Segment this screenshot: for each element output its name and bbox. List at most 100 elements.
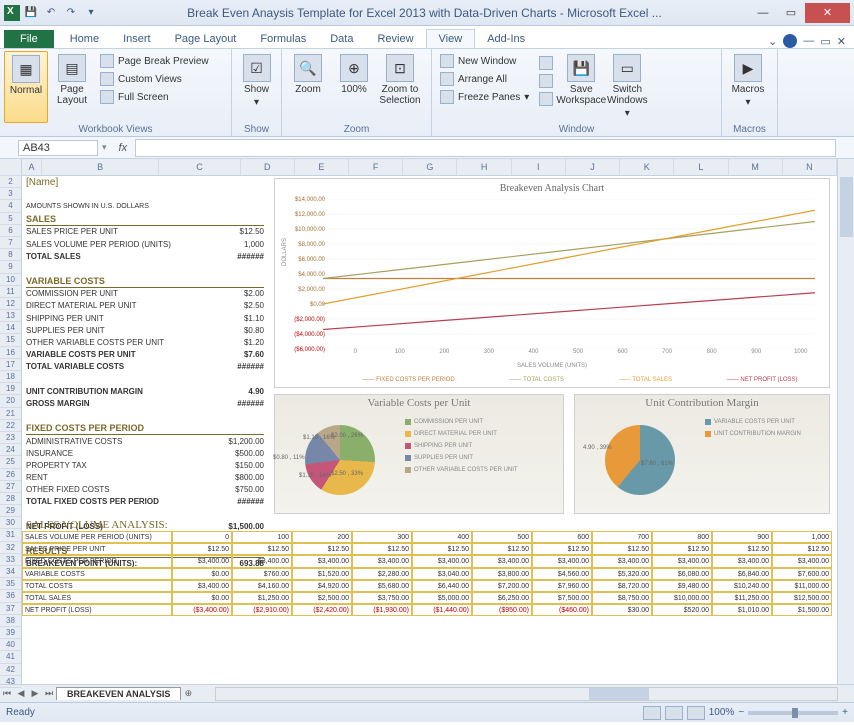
chart-legend: FIXED COSTS PER PERIODTOTAL COSTSTOTAL S… [335, 377, 825, 383]
zoom-slider[interactable] [748, 711, 838, 715]
tab-formulas[interactable]: Formulas [248, 30, 318, 48]
sales-header: SALES [26, 214, 264, 226]
y-axis-label: DOLLARS [282, 238, 288, 266]
page-layout-view-icon[interactable] [665, 706, 683, 720]
tab-page-layout[interactable]: Page Layout [163, 30, 249, 48]
zoom-in-button[interactable]: + [842, 707, 848, 718]
freeze-panes-button[interactable]: Freeze Panes ▾ [436, 89, 533, 105]
custom-views-button[interactable]: Custom Views [96, 71, 213, 87]
table-row: VARIABLE COSTS$0.00$760.00$1,520.00$2,28… [22, 568, 834, 580]
group-zoom: Zoom [282, 124, 431, 135]
doc-restore-icon[interactable]: ▭ [820, 35, 830, 48]
help-icon[interactable]: ? [783, 34, 797, 48]
tab-insert[interactable]: Insert [111, 30, 163, 48]
fixed-costs-header: FIXED COSTS PER PERIOD [26, 423, 264, 435]
doc-minimize-icon[interactable]: — [803, 35, 814, 47]
status-bar: Ready 100% − + [0, 702, 854, 722]
excel-icon[interactable] [4, 5, 20, 21]
table-row: NET PROFIT (LOSS)($3,400.00)($2,910.00)(… [22, 604, 834, 616]
page-break-preview-button[interactable]: Page Break Preview [96, 53, 213, 69]
normal-view-icon[interactable] [643, 706, 661, 720]
hide-button[interactable] [535, 73, 557, 89]
doc-close-icon[interactable]: ✕ [837, 35, 846, 48]
save-workspace-button[interactable]: 💾Save Workspace [559, 51, 603, 123]
window-title: Break Even Anaysis Template for Excel 20… [100, 6, 749, 20]
worksheet-grid[interactable]: 2345678910111213141516171819202122232425… [0, 159, 854, 684]
undo-button[interactable]: ↶ [42, 4, 60, 22]
maximize-button[interactable]: ▭ [777, 3, 805, 23]
table-row: TOTAL COSTS$3,400.00$4,160.00$4,920.00$5… [22, 580, 834, 592]
zoom-selection-button[interactable]: ⊡Zoom to Selection [378, 51, 422, 123]
tab-nav-first[interactable]: ⏮ [0, 688, 14, 699]
group-show: Show [232, 124, 281, 135]
redo-button[interactable]: ↷ [62, 4, 80, 22]
sales-volume-analysis: SALES VOLUME ANALYSIS: SALES VOLUME PER … [22, 519, 834, 616]
horizontal-scrollbar[interactable] [215, 687, 838, 701]
tab-nav-next[interactable]: ▶ [28, 688, 42, 699]
vertical-scrollbar[interactable] [837, 159, 854, 684]
table-row: SALES VOLUME PER PERIOD (UNITS)010020030… [22, 531, 834, 543]
page-break-view-icon[interactable] [687, 706, 705, 720]
normal-view-button[interactable]: ▦Normal [4, 51, 48, 123]
full-screen-button[interactable]: Full Screen [96, 89, 213, 105]
qat-customize[interactable]: ▾ [82, 4, 100, 22]
column-headers[interactable]: ABCDEFGHIJKLMN [22, 159, 837, 176]
new-window-button[interactable]: New Window [436, 53, 533, 69]
variable-costs-pie[interactable]: Variable Costs per Unit $2.00 , 26% $2.5… [274, 394, 564, 514]
x-axis-label: SALES VOLUME (UNITS) [275, 363, 829, 369]
arrange-all-button[interactable]: Arrange All [436, 71, 533, 87]
zoom-button[interactable]: 🔍Zoom [286, 51, 330, 123]
row-headers[interactable]: 2345678910111213141516171819202122232425… [0, 159, 22, 684]
status-ready: Ready [6, 707, 35, 718]
zoom-100-button[interactable]: ⊕100% [332, 51, 376, 123]
ribbon-tabs: File Home Insert Page Layout Formulas Da… [0, 26, 854, 49]
table-row: TOTAL SALES$0.00$1,250.00$2,500.00$3,750… [22, 592, 834, 604]
contribution-margin-pie[interactable]: Unit Contribution Margin $7.60 , 61% 4.9… [574, 394, 830, 514]
page-layout-button[interactable]: ▤Page Layout [50, 51, 94, 123]
show-button[interactable]: ☑Show▾ [236, 51, 277, 123]
group-macros: Macros [722, 124, 777, 135]
tab-nav-prev[interactable]: ◀ [14, 688, 28, 699]
minimize-button[interactable]: — [749, 3, 777, 23]
ribbon: ▦Normal ▤Page Layout Page Break Preview … [0, 49, 854, 137]
zoom-out-button[interactable]: − [738, 707, 744, 718]
sva-title: SALES VOLUME ANALYSIS: [22, 519, 834, 531]
new-sheet-button[interactable]: ⊕ [181, 688, 195, 699]
variable-costs-header: VARIABLE COSTS [26, 276, 264, 288]
switch-windows-button[interactable]: ▭Switch Windows▾ [605, 51, 649, 123]
amounts-note: AMOUNTS SHOWN IN U.S. DOLLARS [26, 200, 264, 212]
save-button[interactable]: 💾 [22, 4, 40, 22]
tab-nav-last[interactable]: ⏭ [42, 688, 56, 699]
split-button[interactable] [535, 55, 557, 71]
quick-access-toolbar: 💾 ↶ ↷ ▾ [4, 4, 100, 22]
sheet-data-left: [Name] AMOUNTS SHOWN IN U.S. DOLLARS SAL… [26, 176, 264, 570]
formula-input[interactable] [135, 139, 836, 157]
sheet-tabs-bar: ⏮ ◀ ▶ ⏭ BREAKEVEN ANALYSIS ⊕ [0, 684, 854, 702]
sheet-tab-breakeven[interactable]: BREAKEVEN ANALYSIS [56, 687, 181, 700]
chart-title: Breakeven Analysis Chart [275, 179, 829, 198]
close-button[interactable]: ✕ [805, 3, 850, 23]
name-box[interactable]: AB43 [18, 140, 98, 156]
name-cell: [Name] [26, 176, 264, 188]
fx-icon[interactable]: fx [111, 142, 136, 154]
group-window: Window [432, 124, 721, 135]
pie2-legend: VARIABLE COSTS PER UNITUNIT CONTRIBUTION… [705, 419, 801, 443]
tab-review[interactable]: Review [365, 30, 425, 48]
unhide-button[interactable] [535, 91, 557, 107]
table-row: SALES PRICE PER UNIT$12.50$12.50$12.50$1… [22, 543, 834, 555]
window-controls: — ▭ ✕ [749, 3, 850, 23]
y-axis-ticks: $14,000.00$12,000.00$10,000.00$8,000.00$… [275, 197, 325, 362]
tab-file[interactable]: File [4, 30, 54, 48]
table-row: FIXED COSTS PER PERIOD$3,400.00$3,400.00… [22, 555, 834, 567]
zoom-level[interactable]: 100% [709, 707, 735, 718]
tab-view[interactable]: View [426, 29, 476, 48]
group-workbook-views: Workbook Views [0, 124, 231, 135]
tab-addins[interactable]: Add-Ins [475, 30, 537, 48]
breakeven-chart[interactable]: Breakeven Analysis Chart $14,000.00$12,0… [274, 178, 830, 388]
cells-area[interactable]: ABCDEFGHIJKLMN [Name] AMOUNTS SHOWN IN U… [22, 159, 837, 684]
pie2 [605, 425, 675, 495]
macros-button[interactable]: ▶Macros▾ [726, 51, 770, 123]
tab-home[interactable]: Home [58, 30, 111, 48]
tab-data[interactable]: Data [318, 30, 365, 48]
ribbon-minimize-icon[interactable]: ⌄ [768, 35, 777, 48]
